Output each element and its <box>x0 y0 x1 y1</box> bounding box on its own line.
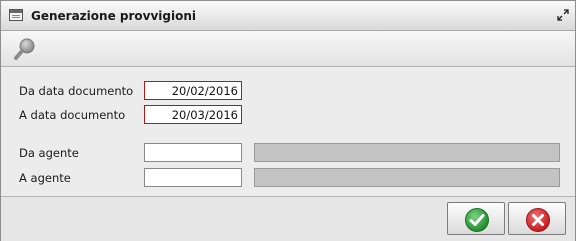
from-agent-field[interactable] <box>144 143 242 162</box>
restore-window-icon[interactable] <box>557 9 569 21</box>
to-agent-label: A agente <box>19 171 71 185</box>
check-icon <box>465 208 489 232</box>
to-agent-description <box>254 168 560 187</box>
dialog-window: Generazione provvigioni Da data document… <box>0 0 576 241</box>
from-date-label: Da data documento <box>19 84 134 98</box>
button-bar <box>1 196 575 241</box>
cancel-icon <box>526 208 550 232</box>
confirm-button[interactable] <box>447 202 505 235</box>
from-agent-description <box>254 143 560 162</box>
from-date-field[interactable]: 20/02/2016 <box>144 81 242 100</box>
window-icon <box>9 9 23 21</box>
to-agent-field[interactable] <box>144 168 242 187</box>
window-title: Generazione provvigioni <box>31 9 196 23</box>
to-date-label: A data documento <box>19 108 126 122</box>
from-agent-label: Da agente <box>19 146 79 160</box>
search-icon[interactable] <box>13 37 37 61</box>
cancel-button[interactable] <box>508 202 566 235</box>
title-bar[interactable]: Generazione provvigioni <box>1 1 575 31</box>
to-date-field[interactable]: 20/03/2016 <box>144 105 242 124</box>
form-panel: Da data documento 20/02/2016 A data docu… <box>1 67 575 196</box>
toolbar <box>1 31 575 67</box>
